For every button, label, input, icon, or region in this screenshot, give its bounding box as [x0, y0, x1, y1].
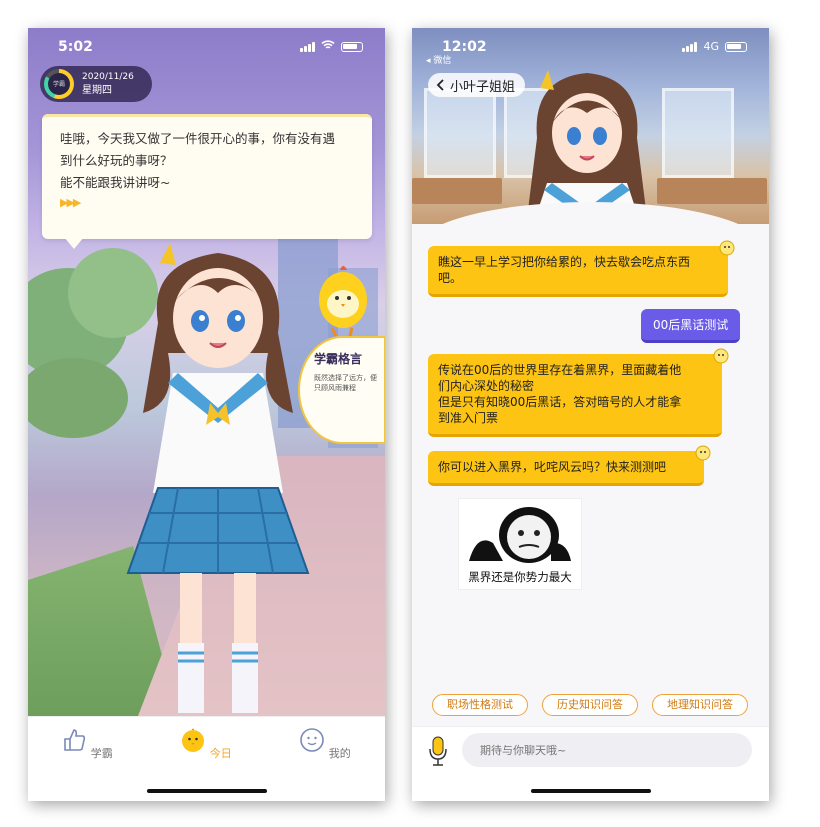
chick-mascot-icon	[182, 728, 205, 752]
chick-mascot-icon	[719, 240, 735, 256]
tab-xueba[interactable]: 学霸	[52, 727, 122, 761]
battery-icon	[725, 41, 747, 52]
suggestion-chips: 职场性格测试 历史知识问答 地理知识问答	[412, 694, 769, 716]
message-line: 吧。	[438, 271, 463, 285]
message-line: 你可以进入黑界，叱咤风云吗？快来测测吧	[438, 460, 667, 474]
chat-screen: 12:02 4G ◂ 微信 小叶子姐姐 瞧这一早上学习把你给累的，快去歇会吃点东…	[412, 28, 769, 801]
window	[424, 88, 496, 178]
tab-bar: 学霸 今日 我的	[28, 716, 385, 801]
motto-card[interactable]: 学霸格言 既然选择了远方，便只顾风雨兼程	[298, 336, 385, 444]
motto-text: 既然选择了远方，便只顾风雨兼程	[314, 374, 377, 392]
status-time: 5:02	[58, 39, 93, 55]
study-gauge-icon: 学霸	[44, 69, 74, 99]
chevron-left-icon	[436, 79, 444, 91]
back-to-wechat-link[interactable]: ◂ 微信	[426, 53, 451, 66]
user-message[interactable]: 00后黑话测试	[641, 309, 741, 343]
motto-title: 学霸格言	[314, 352, 363, 366]
chip-history-quiz[interactable]: 历史知识问答	[542, 694, 638, 716]
signal-icon	[300, 41, 315, 52]
battery-icon	[341, 41, 363, 52]
window	[662, 88, 734, 178]
speech-line: 哇哦，今天我又做了一件很开心的事，你有没有遇	[60, 131, 336, 146]
status-bar: 12:02 4G	[412, 28, 769, 68]
meme-image-message[interactable]: 黑界还是你势力最大	[458, 498, 582, 590]
bot-message[interactable]: 瞧这一早上学习把你给累的，快去歇会吃点东西 吧。	[428, 240, 735, 297]
status-icons	[300, 40, 363, 53]
panda-meme-icon	[469, 507, 571, 563]
gauge-label: 学霸	[48, 73, 70, 95]
bot-message[interactable]: 传说在00后的世界里存在着黑界，里面藏着他 们内心深处的秘密 但是只有知晓00后…	[428, 348, 729, 437]
thumbs-up-icon	[64, 729, 86, 751]
meme-caption: 黑界还是你势力最大	[468, 570, 572, 584]
microphone-icon[interactable]	[428, 735, 448, 767]
speech-tail	[64, 237, 84, 249]
wifi-icon	[321, 40, 335, 53]
anime-girl-character[interactable]	[118, 233, 318, 723]
chick-mascot-icon	[695, 445, 711, 461]
chick-mascot-icon[interactable]	[314, 260, 372, 340]
signal-icon	[682, 41, 698, 52]
speech-line: 到什么好玩的事呀？	[60, 153, 173, 168]
tab-today[interactable]: 今日	[171, 727, 241, 761]
desk	[412, 178, 502, 204]
home-indicator	[146, 789, 267, 793]
continue-arrows-icon: ▶▶▶	[60, 196, 81, 209]
status-icons: 4G	[682, 40, 747, 53]
message-line: 瞧这一早上学习把你给累的，快去歇会吃点东西	[438, 255, 691, 269]
back-button[interactable]: 小叶子姐姐	[428, 73, 526, 97]
network-label: 4G	[703, 40, 719, 53]
desk	[657, 178, 767, 204]
message-line: 们内心深处的秘密	[438, 379, 535, 393]
chat-title: 小叶子姐姐	[450, 79, 516, 95]
chick-mascot-icon	[713, 348, 729, 364]
chip-career-test[interactable]: 职场性格测试	[432, 694, 528, 716]
status-bar: 5:02	[28, 28, 385, 68]
chat-input[interactable]	[462, 733, 752, 767]
speech-bubble[interactable]: 哇哦，今天我又做了一件很开心的事，你有没有遇 到什么好玩的事呀？ 能不能跟我讲讲…	[42, 114, 372, 249]
smiley-icon	[300, 728, 325, 752]
message-line: 传说在00后的世界里存在着黑界，里面藏着他	[438, 363, 682, 377]
input-bar	[412, 726, 769, 801]
back-app-label: 微信	[433, 56, 452, 66]
background-tree	[28, 358, 128, 438]
home-screen: 5:02 学霸 2020/11/26 星期四 哇哦，今天我又做了一件很开心的事，…	[28, 28, 385, 801]
tab-mine[interactable]: 我的	[290, 727, 360, 761]
message-line: 但是只有知晓00后黑话，答对暗号的人才能拿	[438, 395, 682, 409]
home-indicator	[530, 789, 651, 793]
speech-line: 能不能跟我讲讲呀~	[60, 175, 171, 190]
tab-label: 我的	[328, 747, 351, 760]
date-label: 2020/11/26	[82, 72, 134, 82]
bot-message[interactable]: 你可以进入黑界，叱咤风云吗？快来测测吧	[428, 445, 711, 486]
weekday-label: 星期四	[82, 85, 112, 96]
date-widget[interactable]: 学霸 2020/11/26 星期四	[40, 66, 152, 102]
chip-geography-quiz[interactable]: 地理知识问答	[652, 694, 748, 716]
tab-label: 学霸	[90, 747, 113, 760]
tab-label: 今日	[209, 747, 232, 760]
message-line: 到准入门票	[438, 411, 499, 425]
